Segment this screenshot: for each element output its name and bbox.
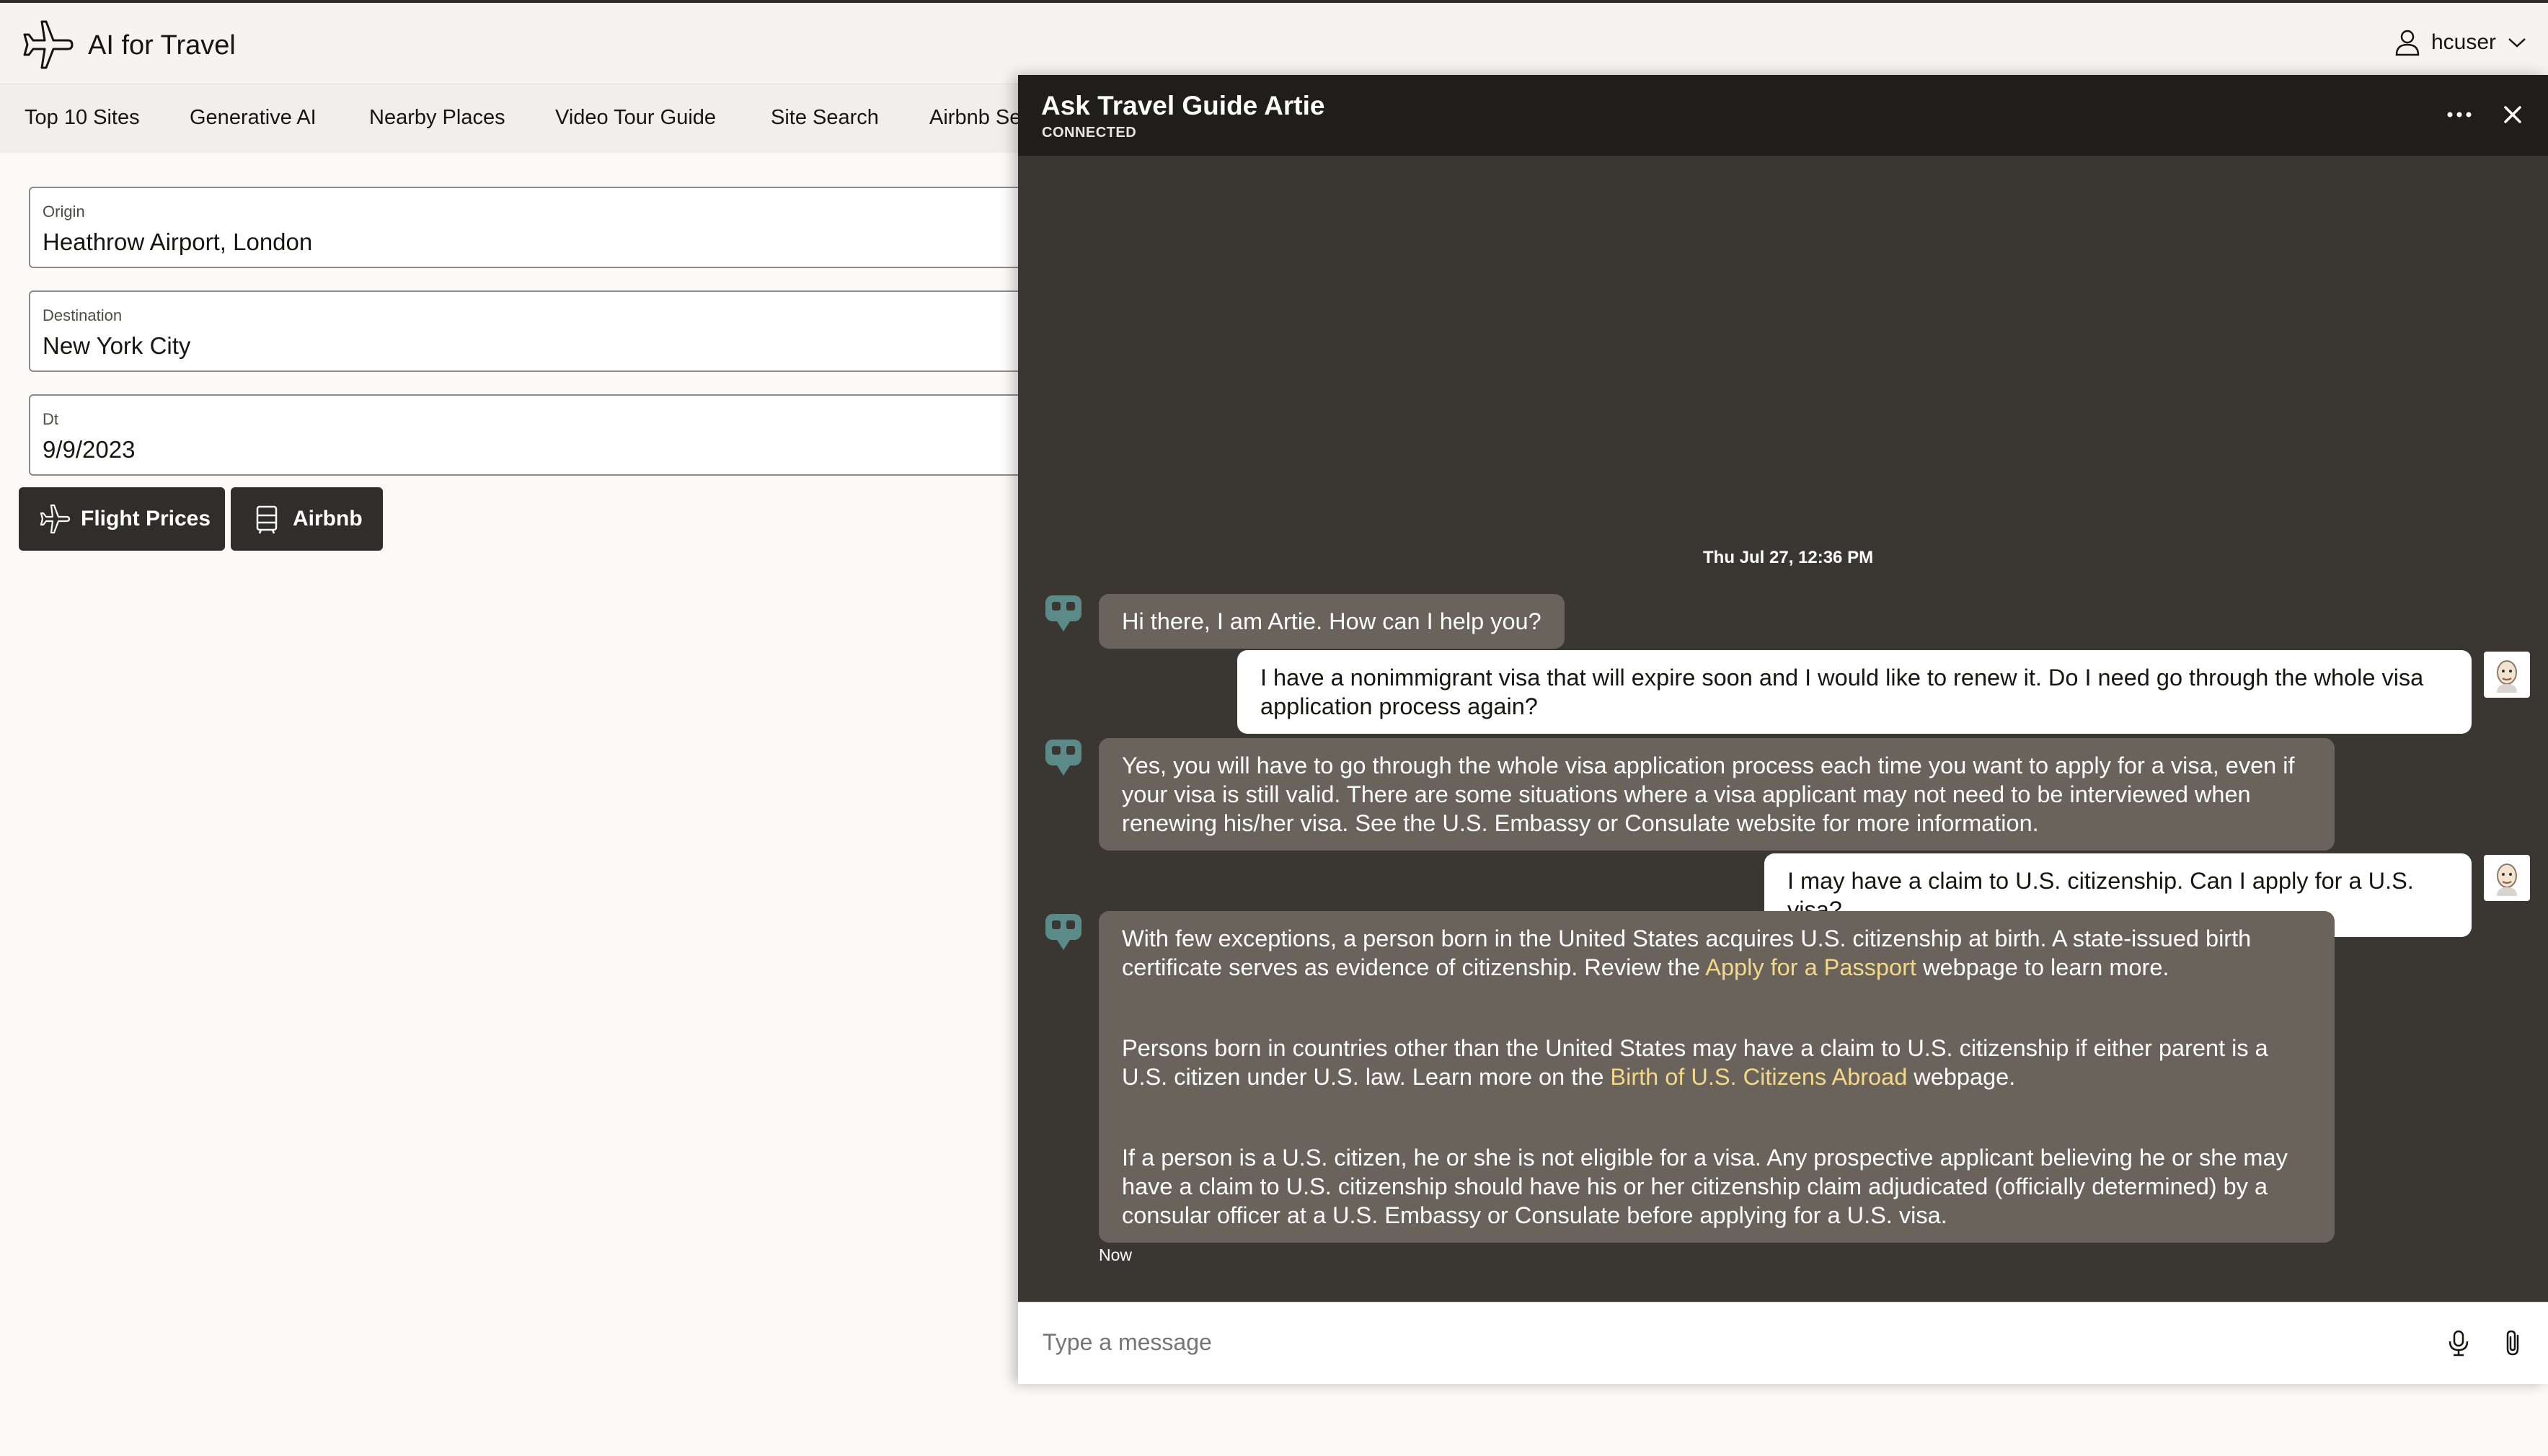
tab-generative-ai[interactable]: Generative AI [190,106,317,130]
bot-icon [1045,740,1081,776]
building-icon [256,505,278,534]
more-icon[interactable] [2441,97,2477,133]
tab-nearby-places[interactable]: Nearby Places [369,106,505,130]
date-value[interactable]: 9/9/2023 [43,436,135,463]
bot-icon [1045,595,1081,631]
airplane-icon [40,504,71,534]
message-text: webpage. [1907,1064,2016,1090]
message-text: webpage to learn more. [1916,954,2169,980]
origin-value[interactable]: Heathrow Airport, London [43,228,312,256]
user-message: I have a nonimmigrant visa that will exp… [1237,650,2472,734]
user-name: hcuser [2430,30,2496,54]
birth-of-us-citizens-abroad-link[interactable]: Birth of U.S. Citizens Abroad [1610,1064,1907,1090]
destination-field[interactable]: Destination New York City [29,290,1053,372]
origin-label: Origin [43,203,85,221]
message-paragraph: Persons born in countries other than the… [1122,1034,2312,1091]
apply-for-passport-link[interactable]: Apply for a Passport [1705,954,1916,980]
user-avatar [2484,652,2530,698]
chat-panel: Ask Travel Guide Artie CONNECTED Thu Jul… [1018,75,2548,1384]
chat-header: Ask Travel Guide Artie CONNECTED [1018,75,2548,156]
airbnb-button[interactable]: Airbnb [231,487,383,551]
message-text: Hi there, I am Artie. How can I help you… [1122,608,1541,634]
app-header: AI for Travel hcuser [0,0,2548,84]
date-label: Dt [43,410,58,428]
airbnb-label: Airbnb [293,507,363,531]
app-title: AI for Travel [88,30,236,61]
message-paragraph: If a person is a U.S. citizen, he or she… [1122,1145,2288,1228]
message-composer [1018,1302,2548,1384]
chevron-down-icon [2508,38,2526,48]
chat-status: CONNECTED [1042,125,1137,141]
tab-airbnb-search[interactable]: Airbnb Se [929,106,1021,130]
user-avatar [2484,855,2530,901]
bot-message: With few exceptions, a person born in th… [1099,911,2335,1243]
user-avatar-icon [2497,660,2517,693]
message-time-label: Now [1099,1246,1133,1264]
tab-site-search[interactable]: Site Search [771,106,879,130]
user-menu[interactable]: hcuser [2395,29,2526,56]
close-icon[interactable] [2495,97,2531,133]
flight-prices-label: Flight Prices [81,507,211,531]
chat-title: Ask Travel Guide Artie [1041,91,1325,120]
bot-message: Hi there, I am Artie. How can I help you… [1099,594,1565,649]
user-icon [2395,30,2420,56]
destination-value[interactable]: New York City [43,332,190,360]
bot-icon [1045,914,1081,950]
airplane-icon [23,20,74,69]
message-text: Yes, you will have to go through the who… [1122,753,2295,836]
date-field[interactable]: Dt 9/9/2023 [29,394,1053,476]
bot-message: Yes, you will have to go through the who… [1099,738,2335,851]
tab-video-tour-guide[interactable]: Video Tour Guide [555,106,716,130]
message-input[interactable] [1041,1328,2339,1357]
microphone-icon[interactable] [2444,1328,2473,1357]
app-root: AI for Travel hcuser Top 10 Sites Genera… [0,0,2548,1456]
attachment-icon[interactable] [2499,1328,2528,1357]
message-text: I have a nonimmigrant visa that will exp… [1260,665,2424,719]
chat-timestamp: Thu Jul 27, 12:36 PM [1703,548,1874,567]
flight-prices-button[interactable]: Flight Prices [19,487,225,551]
user-avatar-icon [2497,864,2517,896]
origin-field[interactable]: Origin Heathrow Airport, London [29,187,1053,268]
tab-top-10-sites[interactable]: Top 10 Sites [25,106,140,130]
destination-label: Destination [43,306,123,324]
message-paragraph: With few exceptions, a person born in th… [1122,924,2312,982]
